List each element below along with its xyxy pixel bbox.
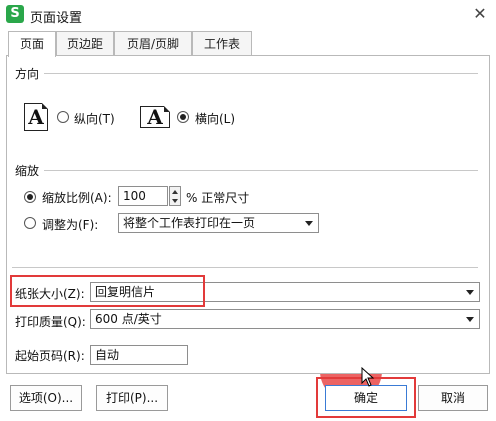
- chevron-down-icon: [466, 317, 474, 322]
- close-icon[interactable]: ✕: [468, 2, 492, 26]
- fit-to-label: 调整为(F):: [42, 218, 99, 232]
- scale-percent-stepper[interactable]: [169, 186, 181, 206]
- options-button[interactable]: 选项(O)...: [10, 385, 82, 411]
- section-divider: [12, 267, 478, 268]
- landscape-radio[interactable]: [177, 111, 189, 123]
- scale-percent-radio[interactable]: [24, 191, 36, 203]
- chevron-down-icon: [305, 221, 313, 226]
- tab-margins[interactable]: 页边距: [56, 31, 114, 56]
- chevron-down-icon: [466, 290, 474, 295]
- first-page-label: 起始页码(R):: [15, 349, 85, 363]
- portrait-radio[interactable]: [57, 111, 69, 123]
- scale-percent-label: 缩放比例(A):: [42, 191, 112, 205]
- tab-header-footer[interactable]: 页眉/页脚: [114, 31, 192, 56]
- app-icon: S: [6, 5, 24, 23]
- print-quality-label: 打印质量(Q):: [15, 315, 86, 329]
- fit-to-select-value: 将整个工作表打印在一页: [123, 216, 256, 230]
- portrait-page-icon: A: [24, 103, 48, 131]
- scale-unit-label: % 正常尺寸: [186, 191, 250, 205]
- print-quality-value: 600 点/英寸: [95, 312, 162, 326]
- section-divider: [44, 73, 478, 74]
- fit-to-select[interactable]: 将整个工作表打印在一页: [118, 213, 319, 233]
- fit-to-radio[interactable]: [24, 217, 36, 229]
- landscape-page-icon: A: [140, 106, 170, 128]
- print-button[interactable]: 打印(P)...: [96, 385, 168, 411]
- tab-page[interactable]: 页面: [8, 31, 56, 57]
- dialog-title: 页面设置: [30, 11, 83, 26]
- paper-size-highlight: [10, 275, 205, 307]
- first-page-input[interactable]: 自动: [90, 345, 188, 365]
- mouse-cursor-icon: [361, 367, 375, 387]
- print-quality-select[interactable]: 600 点/英寸: [90, 309, 480, 329]
- portrait-label: 纵向(T): [74, 112, 115, 126]
- landscape-label: 横向(L): [195, 112, 236, 126]
- tab-sheet[interactable]: 工作表: [192, 31, 252, 56]
- scaling-section-label: 缩放: [15, 162, 40, 179]
- orientation-section-label: 方向: [15, 65, 40, 82]
- cancel-button[interactable]: 取消: [418, 385, 488, 411]
- section-divider: [44, 170, 478, 171]
- scale-percent-input[interactable]: 100: [118, 186, 168, 206]
